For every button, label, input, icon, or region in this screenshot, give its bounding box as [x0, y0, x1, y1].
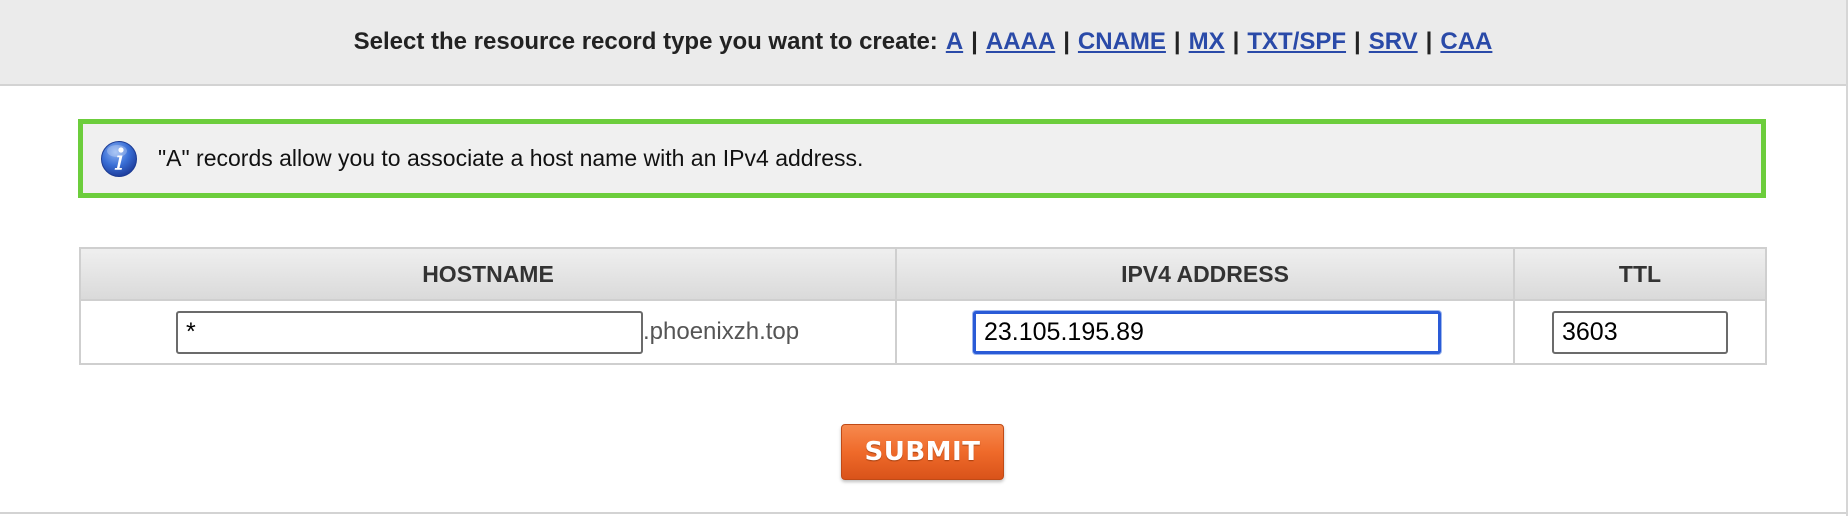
dns-record-page: Select the resource record type you want… — [0, 0, 1848, 516]
column-header-hostname: HOSTNAME — [79, 247, 897, 301]
ipv4-cell — [895, 299, 1515, 365]
divider — [0, 512, 1846, 514]
record-type-link-caa[interactable]: CAA — [1440, 28, 1492, 56]
record-type-link-srv[interactable]: SRV — [1369, 28, 1418, 56]
info-icon — [101, 140, 137, 177]
ipv4-address-input[interactable] — [973, 310, 1441, 354]
column-header-ipv4-address: IPV4 ADDRESS — [895, 247, 1515, 301]
submit-button[interactable]: SUBMIT — [841, 424, 1004, 480]
hostname-input[interactable] — [176, 310, 643, 354]
table-header-row: HOSTNAME IPV4 ADDRESS TTL — [79, 247, 1767, 301]
hostname-cell: .phoenixzh.top — [79, 299, 897, 365]
info-message-box: "A" records allow you to associate a hos… — [78, 119, 1766, 198]
record-type-link-cname[interactable]: CNAME — [1078, 28, 1166, 56]
separator: | — [1354, 28, 1361, 55]
info-message-text: "A" records allow you to associate a hos… — [158, 145, 864, 171]
separator: | — [1173, 28, 1181, 55]
record-type-link-aaaa[interactable]: AAAA — [986, 28, 1055, 56]
ttl-input[interactable] — [1552, 310, 1728, 354]
ttl-cell — [1513, 299, 1767, 365]
record-type-link-txt-spf[interactable]: TXT/SPF — [1247, 28, 1346, 56]
separator: | — [971, 28, 978, 55]
table-row: .phoenixzh.top — [79, 299, 1767, 365]
separator: | — [1232, 28, 1240, 55]
record-type-prompt: Select the resource record type you want… — [353, 28, 938, 55]
domain-suffix: .phoenixzh.top — [643, 318, 800, 345]
separator: | — [1063, 28, 1070, 55]
record-entry-table: HOSTNAME IPV4 ADDRESS TTL .phoenixzh.top — [79, 247, 1767, 365]
record-type-link-a[interactable]: A — [946, 28, 963, 56]
record-type-selector: Select the resource record type you want… — [0, 0, 1846, 86]
column-header-ttl: TTL — [1513, 247, 1767, 301]
separator: | — [1425, 28, 1433, 55]
record-type-link-mx[interactable]: MX — [1189, 28, 1225, 56]
